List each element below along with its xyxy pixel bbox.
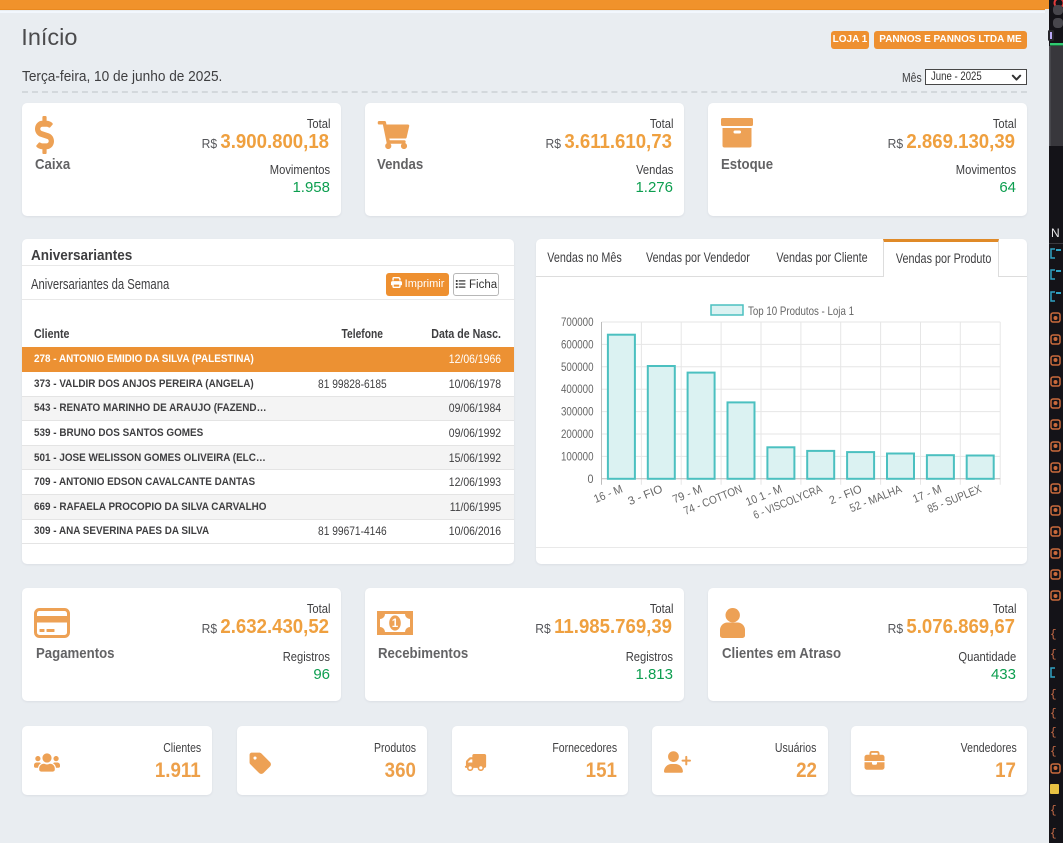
svg-text:{: { xyxy=(1050,708,1057,720)
svg-text:1: 1 xyxy=(392,618,399,630)
svg-text:{: { xyxy=(1050,629,1057,641)
svg-text:N: N xyxy=(1051,226,1060,240)
svg-text:16 - M: 16 - M xyxy=(592,483,624,505)
svg-text:Top 10 Produtos - Loja 1: Top 10 Produtos - Loja 1 xyxy=(748,304,854,318)
svg-text:{: { xyxy=(1050,828,1057,840)
svg-text:500000: 500000 xyxy=(561,362,594,374)
svg-text:{: { xyxy=(1050,727,1057,739)
svg-text:{: { xyxy=(1050,689,1057,701)
svg-text:600000: 600000 xyxy=(561,339,594,351)
svg-text:400000: 400000 xyxy=(561,384,594,396)
svg-text:3 - FIO: 3 - FIO xyxy=(627,483,665,508)
svg-text:{: { xyxy=(1050,805,1057,817)
svg-text:0: 0 xyxy=(588,474,594,486)
svg-text:{: { xyxy=(1050,649,1057,661)
svg-text:700000: 700000 xyxy=(561,317,594,329)
svg-text:300000: 300000 xyxy=(561,407,594,419)
svg-text:{: { xyxy=(1050,746,1057,758)
svg-text:200000: 200000 xyxy=(561,429,594,441)
svg-text:100000: 100000 xyxy=(561,451,594,463)
